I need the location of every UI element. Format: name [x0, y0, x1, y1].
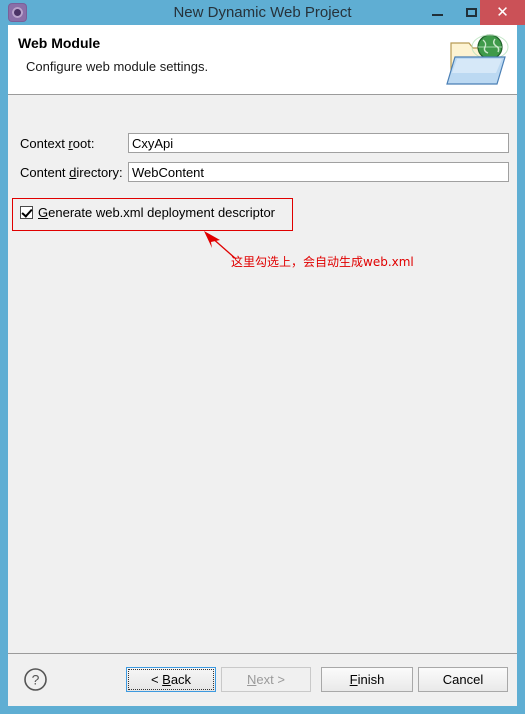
generate-webxml-label: Generate web.xml deployment descriptor [38, 205, 275, 220]
page-subtitle: Configure web module settings. [26, 59, 209, 74]
page-title: Web Module [18, 35, 101, 51]
generate-webxml-label-post: enerate web.xml deployment descriptor [48, 205, 276, 220]
finish-button-mnemonic: F [349, 672, 358, 687]
back-button-post: ack [170, 672, 192, 687]
wizard-body: Context root: Content directory: Generat… [8, 95, 517, 653]
content-directory-label: Content directory: [20, 165, 123, 180]
context-root-input[interactable] [128, 133, 509, 153]
content-directory-label-pre: Content [20, 165, 70, 180]
dialog-window: New Dynamic Web Project ✕ Web Module Con… [0, 0, 525, 714]
button-bar: ? < Back Next > Finish Cancel [8, 653, 517, 706]
context-root-label-pre: Context [20, 136, 69, 151]
content-directory-input[interactable] [128, 162, 509, 182]
generate-webxml-checkbox[interactable] [20, 206, 33, 219]
close-icon: ✕ [496, 4, 509, 21]
back-button-pre: < [150, 672, 163, 687]
next-button-mnemonic: N [247, 672, 257, 687]
minimize-icon [432, 14, 443, 16]
back-button[interactable]: < Back [126, 667, 216, 692]
back-button-mnemonic: B [162, 672, 171, 687]
help-icon[interactable]: ? [23, 667, 48, 692]
next-button-post: ext > [256, 672, 285, 687]
wizard-header: Web Module Configure web module settings… [8, 25, 517, 95]
context-root-label-post: oot: [72, 136, 95, 151]
finish-button-post: inish [357, 672, 385, 687]
cancel-button[interactable]: Cancel [418, 667, 508, 692]
generate-webxml-label-mnemonic: G [38, 205, 49, 220]
back-button-focus-ring: < Back [128, 669, 214, 690]
next-button[interactable]: Next > [221, 667, 311, 692]
finish-button[interactable]: Finish [321, 667, 413, 692]
context-root-label: Context root: [20, 136, 94, 151]
maximize-icon [466, 8, 477, 17]
content-directory-label-post: irectory: [76, 165, 123, 180]
close-button[interactable]: ✕ [480, 0, 525, 25]
svg-text:?: ? [32, 672, 40, 688]
web-folder-globe-icon [446, 34, 509, 85]
dialog-client-area: Web Module Configure web module settings… [8, 25, 517, 706]
minimize-button[interactable] [420, 0, 455, 25]
annotation-text: 这里勾选上，会自动生成web.xml [231, 255, 414, 269]
title-bar[interactable]: New Dynamic Web Project ✕ [0, 0, 525, 25]
